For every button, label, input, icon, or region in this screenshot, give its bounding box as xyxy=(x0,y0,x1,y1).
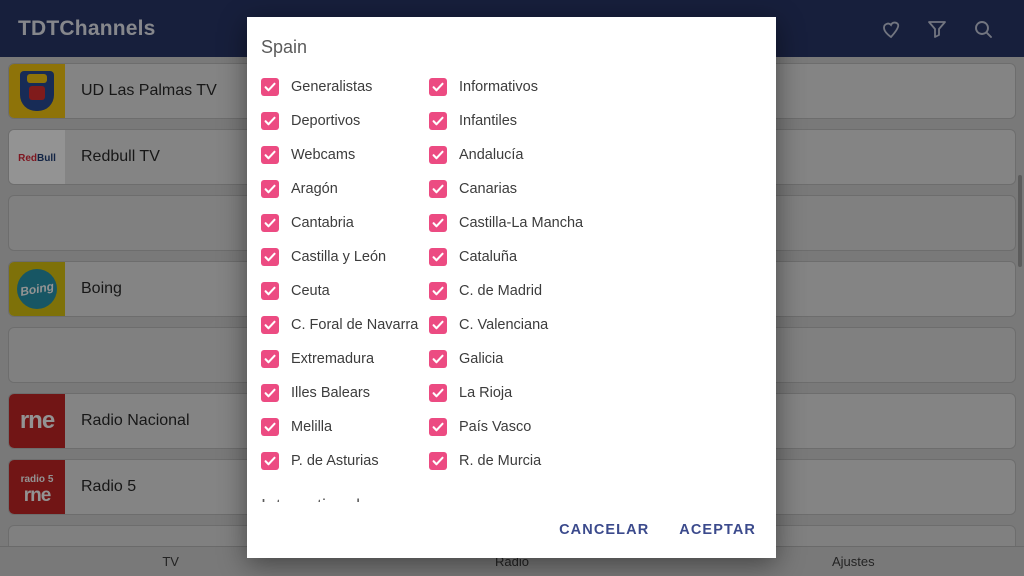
checkbox-row[interactable]: Deportivos xyxy=(261,104,429,138)
checkbox-row[interactable]: C. de Madrid xyxy=(429,274,776,308)
checkbox-checked-icon[interactable] xyxy=(261,316,279,334)
checkbox-row[interactable]: Infantiles xyxy=(429,104,776,138)
checkbox-label: C. Valenciana xyxy=(459,317,549,333)
checkbox-checked-icon[interactable] xyxy=(261,180,279,198)
checkbox-row[interactable]: Galicia xyxy=(429,342,776,376)
checkbox-checked-icon[interactable] xyxy=(429,452,447,470)
checkbox-label: Webcams xyxy=(291,147,356,163)
checkbox-checked-icon[interactable] xyxy=(261,384,279,402)
checkbox-row[interactable]: Andalucía xyxy=(429,138,776,172)
checkbox-row[interactable]: Aragón xyxy=(261,172,429,206)
app-screen: TDTChannels UD Las Palmas TV RedBull Red… xyxy=(0,0,1024,576)
checkbox-checked-icon[interactable] xyxy=(429,112,447,130)
checkbox-label: Melilla xyxy=(291,419,333,435)
checkbox-checked-icon[interactable] xyxy=(261,282,279,300)
checkbox-checked-icon[interactable] xyxy=(261,350,279,368)
checkbox-label: Andalucía xyxy=(459,147,524,163)
checkbox-row[interactable]: País Vasco xyxy=(429,410,776,444)
checkbox-label: P. de Asturias xyxy=(291,453,379,469)
checkbox-checked-icon[interactable] xyxy=(261,248,279,266)
checkbox-checked-icon[interactable] xyxy=(261,418,279,436)
section-header-spain: Spain xyxy=(261,37,308,57)
checkbox-row[interactable]: C. Foral de Navarra xyxy=(261,308,429,342)
checkbox-checked-icon[interactable] xyxy=(429,384,447,402)
checkbox-label: Galicia xyxy=(459,351,504,367)
checkbox-row[interactable]: Cataluña xyxy=(429,240,776,274)
checkbox-checked-icon[interactable] xyxy=(261,112,279,130)
checkbox-label: Deportivos xyxy=(291,113,361,129)
dialog-actions: CANCELAR ACEPTAR xyxy=(247,502,776,558)
checkbox-checked-icon[interactable] xyxy=(429,78,447,96)
checkbox-label: Infantiles xyxy=(459,113,518,129)
checkbox-row[interactable]: Illes Balears xyxy=(261,376,429,410)
checkbox-checked-icon[interactable] xyxy=(261,214,279,232)
checkbox-checked-icon[interactable] xyxy=(261,78,279,96)
checkbox-row[interactable]: Melilla xyxy=(261,410,429,444)
checkbox-row[interactable]: Castilla-La Mancha xyxy=(429,206,776,240)
checkbox-row[interactable]: Extremadura xyxy=(261,342,429,376)
checkbox-label: Extremadura xyxy=(291,351,375,367)
checkbox-label: Aragón xyxy=(291,181,338,197)
checkbox-checked-icon[interactable] xyxy=(429,282,447,300)
checkbox-checked-icon[interactable] xyxy=(429,214,447,232)
checkbox-row[interactable]: R. de Murcia xyxy=(429,444,776,478)
checkbox-row[interactable]: Webcams xyxy=(261,138,429,172)
checkbox-label: Cataluña xyxy=(459,249,518,265)
filter-dialog: Spain Generalistas Informativos Deportivos… xyxy=(247,17,776,558)
checkbox-label: La Rioja xyxy=(459,385,513,401)
checkbox-label: Castilla y León xyxy=(291,249,387,265)
checkbox-checked-icon[interactable] xyxy=(429,146,447,164)
checkbox-label: Illes Balears xyxy=(291,385,370,401)
checkbox-label: C. Foral de Navarra xyxy=(291,317,419,333)
checkbox-checked-icon[interactable] xyxy=(429,248,447,266)
checkbox-checked-icon[interactable] xyxy=(429,350,447,368)
checkbox-grid: Generalistas Informativos Deportivos Infant… xyxy=(247,70,776,478)
checkbox-row[interactable]: Canarias xyxy=(429,172,776,206)
checkbox-row[interactable]: P. de Asturias xyxy=(261,444,429,478)
checkbox-row[interactable]: Generalistas xyxy=(261,70,429,104)
checkbox-label: Canarias xyxy=(459,181,518,197)
checkbox-row[interactable]: Cantabria xyxy=(261,206,429,240)
cancel-button[interactable]: CANCELAR xyxy=(553,514,655,546)
section-header-international: International xyxy=(247,478,776,502)
checkbox-label: R. de Murcia xyxy=(459,453,542,469)
checkbox-label: C. de Madrid xyxy=(459,283,543,299)
checkbox-label: País Vasco xyxy=(459,419,532,435)
checkbox-row[interactable]: Castilla y León xyxy=(261,240,429,274)
checkbox-label: Cantabria xyxy=(291,215,354,231)
checkbox-checked-icon[interactable] xyxy=(429,180,447,198)
dialog-scroll-body[interactable]: Spain Generalistas Informativos Deportivos… xyxy=(247,17,776,502)
accept-button[interactable]: ACEPTAR xyxy=(673,514,762,546)
checkbox-label: Generalistas xyxy=(291,79,373,95)
checkbox-label: Informativos xyxy=(459,79,538,95)
checkbox-row[interactable]: C. Valenciana xyxy=(429,308,776,342)
checkbox-checked-icon[interactable] xyxy=(429,316,447,334)
checkbox-row[interactable]: Informativos xyxy=(429,70,776,104)
checkbox-checked-icon[interactable] xyxy=(261,146,279,164)
checkbox-label: Castilla-La Mancha xyxy=(459,215,584,231)
checkbox-row[interactable]: La Rioja xyxy=(429,376,776,410)
checkbox-checked-icon[interactable] xyxy=(261,452,279,470)
checkbox-label: Ceuta xyxy=(291,283,330,299)
checkbox-row[interactable]: Ceuta xyxy=(261,274,429,308)
checkbox-checked-icon[interactable] xyxy=(429,418,447,436)
